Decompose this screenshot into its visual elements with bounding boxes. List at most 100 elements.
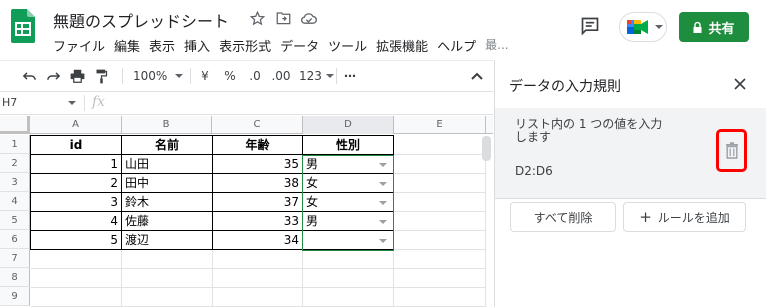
cell-e7[interactable]	[394, 250, 486, 269]
cell-d1[interactable]: 性別	[303, 136, 394, 155]
delete-rule-button[interactable]	[716, 129, 747, 172]
cell-b5[interactable]: 佐藤	[122, 212, 213, 231]
cell-a9[interactable]	[31, 288, 122, 307]
paint-format-icon[interactable]	[92, 67, 110, 85]
row-header[interactable]: 2	[0, 154, 30, 173]
undo-icon[interactable]	[20, 67, 38, 85]
row-header[interactable]: 8	[0, 268, 30, 287]
menu-extensions[interactable]: 拡張機能	[376, 36, 428, 55]
menu-insert[interactable]: 挿入	[184, 36, 210, 55]
cell-b6[interactable]: 渡辺	[122, 231, 213, 250]
cell-a6[interactable]: 5	[31, 231, 122, 250]
currency-format-button[interactable]: ¥	[198, 67, 212, 85]
row-header[interactable]: 6	[0, 230, 30, 249]
dropdown-caret-icon[interactable]	[379, 220, 387, 224]
dropdown-caret-icon[interactable]	[379, 239, 387, 243]
dropdown-caret-icon[interactable]	[379, 201, 387, 205]
column-header-a[interactable]: A	[30, 116, 122, 134]
cell-a8[interactable]	[31, 269, 122, 288]
row-header[interactable]: 7	[0, 249, 30, 268]
spreadsheet-grid[interactable]: A B C D E 1 2 3 4 5 6 7 8 9 id 名前 年齢 性別 …	[0, 116, 493, 307]
row-header[interactable]: 5	[0, 211, 30, 230]
cell-e3[interactable]	[394, 174, 486, 193]
cell-a5[interactable]: 4	[31, 212, 122, 231]
percent-format-button[interactable]: %	[223, 67, 237, 85]
menu-last-edit[interactable]: 最...	[485, 36, 508, 54]
cell-e5[interactable]	[394, 212, 486, 231]
number-format-select[interactable]: 123	[299, 67, 335, 85]
vertical-scrollbar-thumb[interactable]	[482, 136, 491, 161]
decrease-decimals-button[interactable]: .0	[246, 67, 264, 85]
cell-a7[interactable]	[31, 250, 122, 269]
select-all-corner[interactable]	[0, 116, 30, 134]
move-to-folder-icon[interactable]	[274, 9, 292, 27]
cell-d3-dropdown[interactable]: 女	[303, 174, 394, 193]
cell-c5[interactable]: 33	[213, 212, 303, 231]
cell-d7[interactable]	[303, 250, 394, 269]
cell-d4-dropdown[interactable]: 女	[303, 193, 394, 212]
cell-d2-dropdown[interactable]: 男	[303, 155, 394, 174]
cell-b7[interactable]	[122, 250, 213, 269]
cell-a3[interactable]: 2	[31, 174, 122, 193]
menu-help[interactable]: ヘルプ	[437, 36, 476, 55]
menu-view[interactable]: 表示	[149, 36, 175, 55]
cell-e2[interactable]	[394, 155, 486, 174]
cell-d8[interactable]	[303, 269, 394, 288]
cell-e1[interactable]	[394, 136, 486, 155]
cell-d6-dropdown[interactable]	[303, 231, 394, 250]
collapse-menus-icon[interactable]	[469, 67, 485, 85]
cell-c1[interactable]: 年齢	[213, 136, 303, 155]
cell-e9[interactable]	[394, 288, 486, 307]
cell-a1[interactable]: id	[31, 136, 122, 155]
column-header-d[interactable]: D	[303, 116, 394, 134]
menu-tools[interactable]: ツール	[328, 36, 367, 55]
row-header[interactable]: 3	[0, 173, 30, 192]
cell-b1[interactable]: 名前	[122, 136, 213, 155]
row-header[interactable]: 4	[0, 192, 30, 211]
menu-data[interactable]: データ	[280, 36, 319, 55]
caret-down-icon[interactable]	[68, 101, 76, 105]
cloud-status-icon[interactable]	[300, 9, 318, 27]
validation-rule-card[interactable]: リスト内の 1 つの値を入力します D2:D6	[495, 108, 766, 198]
cell-b8[interactable]	[122, 269, 213, 288]
menu-format[interactable]: 表示形式	[219, 36, 271, 55]
star-icon[interactable]	[248, 9, 266, 27]
column-header-e[interactable]: E	[394, 116, 486, 134]
meet-button[interactable]	[619, 12, 667, 42]
cell-a4[interactable]: 3	[31, 193, 122, 212]
column-header-c[interactable]: C	[212, 116, 303, 134]
cell-a2[interactable]: 1	[31, 155, 122, 174]
sheets-logo-icon[interactable]	[11, 9, 35, 43]
zoom-select[interactable]: 100%	[133, 67, 184, 85]
cell-e4[interactable]	[394, 193, 486, 212]
cell-c9[interactable]	[213, 288, 303, 307]
row-header[interactable]: 1	[0, 135, 30, 154]
menu-edit[interactable]: 編集	[114, 36, 140, 55]
dropdown-caret-icon[interactable]	[379, 163, 387, 167]
redo-icon[interactable]	[44, 67, 62, 85]
cell-b3[interactable]: 田中	[122, 174, 213, 193]
column-header-b[interactable]: B	[121, 116, 212, 134]
remove-all-button[interactable]: すべて削除	[510, 202, 616, 232]
add-rule-button[interactable]: + ルールを追加	[623, 202, 746, 232]
cell-c6[interactable]: 34	[213, 231, 303, 250]
cell-b9[interactable]	[122, 288, 213, 307]
close-icon[interactable]	[731, 75, 749, 93]
increase-decimals-button[interactable]: .00	[270, 67, 292, 85]
dropdown-caret-icon[interactable]	[379, 182, 387, 186]
cell-c4[interactable]: 37	[213, 193, 303, 212]
cell-c2[interactable]: 35	[213, 155, 303, 174]
row-header[interactable]: 9	[0, 287, 30, 306]
cell-c3[interactable]: 38	[213, 174, 303, 193]
cell-e6[interactable]	[394, 231, 486, 250]
cell-b2[interactable]: 山田	[122, 155, 213, 174]
cell-b4[interactable]: 鈴木	[122, 193, 213, 212]
cell-d5-dropdown[interactable]: 男	[303, 212, 394, 231]
menu-file[interactable]: ファイル	[53, 36, 105, 55]
cell-c8[interactable]	[213, 269, 303, 288]
comment-history-icon[interactable]	[578, 14, 602, 38]
cell-d9[interactable]	[303, 288, 394, 307]
more-options-button[interactable]: ⋯	[342, 67, 358, 85]
cell-c7[interactable]	[213, 250, 303, 269]
cell-e8[interactable]	[394, 269, 486, 288]
